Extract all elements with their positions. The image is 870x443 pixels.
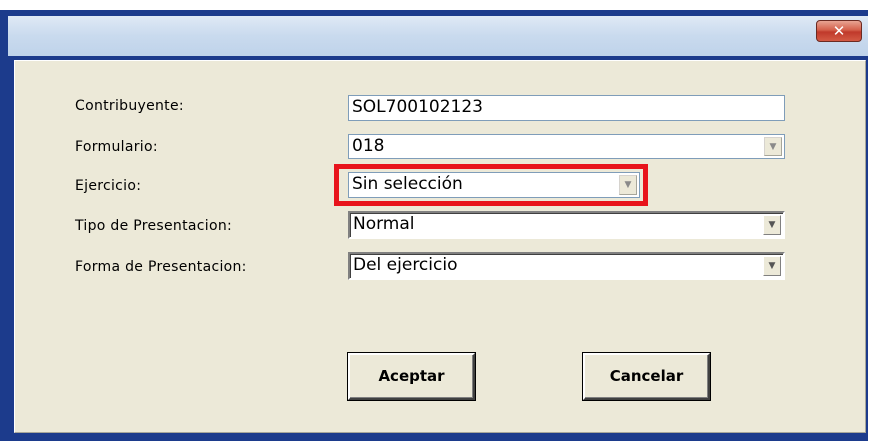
tipo-presentacion-select[interactable]: Normal ▼ <box>348 211 785 239</box>
contribuyente-value: SOL700102123 <box>352 97 483 117</box>
forma-presentacion-label: Forma de Presentacion: <box>75 259 247 275</box>
ejercicio-label: Ejercicio: <box>75 178 142 194</box>
close-button[interactable]: ✕ <box>816 20 862 42</box>
chevron-down-icon[interactable]: ▼ <box>764 137 782 156</box>
title-bar[interactable]: ✕ <box>8 16 868 56</box>
cancelar-button[interactable]: Cancelar <box>583 353 710 400</box>
aceptar-button[interactable]: Aceptar <box>348 353 475 400</box>
formulario-value: 018 <box>352 136 385 156</box>
tipo-presentacion-value: Normal <box>353 214 415 234</box>
formulario-select[interactable]: 018 ▼ <box>348 134 785 159</box>
formulario-label: Formulario: <box>75 139 158 155</box>
dialog-body: Contribuyente: SOL700102123 Formulario: … <box>14 60 866 433</box>
close-icon: ✕ <box>832 22 846 40</box>
contribuyente-field[interactable]: SOL700102123 <box>348 95 785 121</box>
forma-presentacion-value: Del ejercicio <box>353 255 458 275</box>
highlight-box <box>334 164 648 206</box>
chevron-down-icon[interactable]: ▼ <box>763 256 781 276</box>
tipo-presentacion-label: Tipo de Presentacion: <box>75 218 233 234</box>
contribuyente-label: Contribuyente: <box>75 98 184 114</box>
forma-presentacion-select[interactable]: Del ejercicio ▼ <box>348 252 785 280</box>
chevron-down-icon[interactable]: ▼ <box>763 215 781 235</box>
